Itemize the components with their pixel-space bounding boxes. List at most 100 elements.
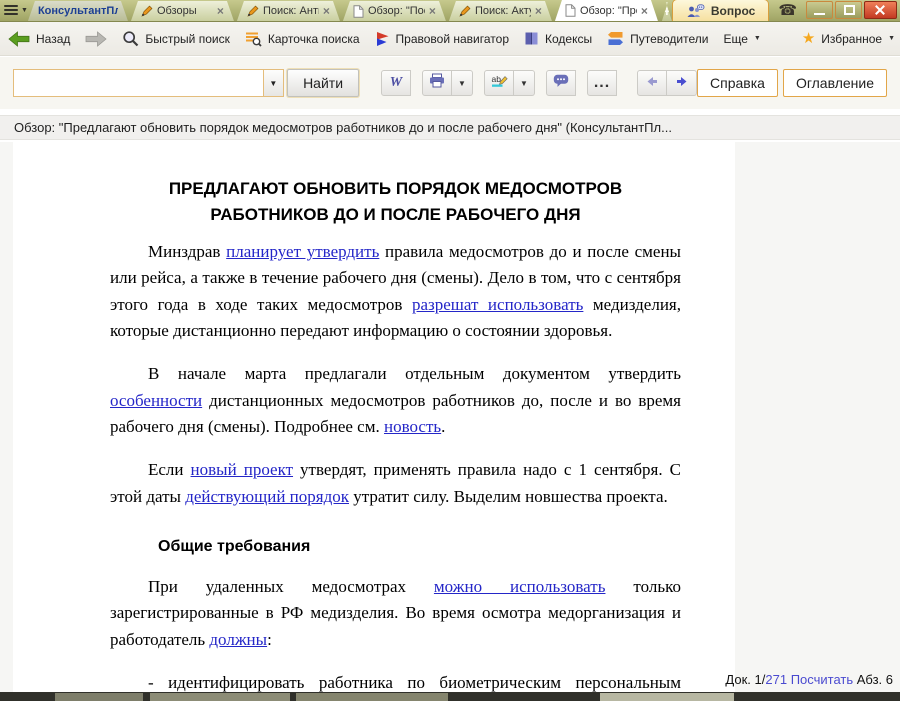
doc-link[interactable]: новый проект bbox=[191, 460, 293, 479]
tab-close-icon[interactable]: × bbox=[217, 5, 224, 17]
export-word-button[interactable]: W bbox=[381, 70, 411, 96]
printer-icon bbox=[429, 73, 445, 93]
arrow-right-icon bbox=[676, 74, 688, 92]
toc-button[interactable]: Оглавление bbox=[783, 69, 887, 97]
document-title-bar: Обзор: "Предлагают обновить порядок медо… bbox=[0, 115, 900, 140]
tab-close-icon[interactable]: × bbox=[323, 5, 330, 17]
tab-поиск-анти[interactable]: Поиск: Анти × bbox=[237, 1, 340, 21]
doc-link[interactable]: должны bbox=[209, 630, 267, 649]
toolbar-forward[interactable] bbox=[85, 31, 107, 47]
doc-link[interactable]: особенности bbox=[110, 391, 202, 410]
tab-обзор-пос[interactable]: Обзор: "Пос× bbox=[343, 1, 446, 21]
toolbar-legal-navigator[interactable]: Правовой навигатор bbox=[375, 31, 509, 47]
magnifier-icon bbox=[122, 30, 139, 47]
os-taskbar bbox=[0, 692, 900, 701]
main-menu-button[interactable]: ▼ bbox=[4, 0, 28, 21]
arrow-right-gray-icon bbox=[85, 31, 107, 47]
pen-icon bbox=[247, 5, 259, 17]
tab-label: Обзоры bbox=[157, 5, 213, 17]
status-link[interactable]: Посчитать bbox=[791, 672, 853, 687]
tab-label: Обзор: "Пре bbox=[580, 5, 637, 17]
toolbar-label: Путеводители bbox=[630, 32, 708, 46]
document-body: Минздрав планирует утвердить правила мед… bbox=[110, 239, 681, 692]
new-tab-button[interactable]: + bbox=[662, 2, 672, 21]
flag-icon bbox=[375, 31, 390, 47]
edit-button[interactable]: ab bbox=[484, 70, 514, 96]
tab-label: Поиск: Актуа bbox=[475, 5, 531, 17]
doc-link[interactable]: можно использовать bbox=[434, 577, 606, 596]
ellipsis-icon: ... bbox=[594, 74, 610, 92]
search-input[interactable] bbox=[13, 69, 263, 97]
close-button[interactable] bbox=[864, 1, 897, 19]
toolbar-codes[interactable]: Кодексы bbox=[524, 31, 592, 46]
chevron-down-icon: ▼ bbox=[21, 7, 28, 14]
tab-label: Поиск: Анти bbox=[263, 5, 319, 17]
person-question-icon bbox=[686, 4, 705, 18]
doc-link[interactable]: действующий порядок bbox=[185, 487, 349, 506]
toolbar-guides[interactable]: Путеводители bbox=[607, 31, 708, 46]
toolbar-quick-search[interactable]: Быстрый поиск bbox=[122, 30, 229, 47]
toolbar-label: Правовой навигатор bbox=[396, 32, 509, 46]
question-button-label: Вопрос bbox=[711, 4, 755, 18]
toolbar-search-card[interactable]: Карточка поиска bbox=[245, 31, 360, 47]
more-actions-button[interactable]: ... bbox=[587, 70, 617, 96]
print-button[interactable] bbox=[422, 70, 452, 96]
taskbar-button[interactable] bbox=[600, 693, 734, 701]
next-fragment-button[interactable] bbox=[667, 70, 697, 96]
document-heading: ПРЕДЛАГАЮТ ОБНОВИТЬ ПОРЯДОК МЕДОСМОТРОВ … bbox=[110, 176, 681, 227]
doc-icon bbox=[565, 4, 576, 17]
status-text: Док. 1/ bbox=[725, 672, 765, 687]
speech-bubble-icon bbox=[553, 74, 569, 93]
find-button[interactable]: Найти bbox=[287, 69, 359, 97]
tab-home[interactable]: КонсультантПлюс bbox=[28, 1, 128, 21]
tab-close-icon[interactable]: × bbox=[641, 5, 648, 17]
taskbar-button[interactable] bbox=[150, 693, 290, 701]
svg-text:ab: ab bbox=[491, 74, 501, 84]
print-dropdown[interactable]: ▼ bbox=[452, 70, 473, 96]
tab-close-icon[interactable]: × bbox=[535, 5, 542, 17]
toolbar-label: Еще bbox=[723, 32, 747, 46]
help-button[interactable]: Справка bbox=[697, 69, 778, 97]
paragraph: В начале марта предлагали отдельным доку… bbox=[110, 361, 681, 440]
tab-close-icon[interactable]: × bbox=[429, 5, 436, 17]
toolbar-label: Быстрый поиск bbox=[145, 32, 229, 46]
tab-label: КонсультантПлюс bbox=[38, 5, 118, 17]
edit-dropdown[interactable]: ▼ bbox=[514, 70, 535, 96]
tab-поиск-актуа[interactable]: Поиск: Актуа × bbox=[449, 1, 552, 21]
maximize-button[interactable] bbox=[835, 1, 862, 19]
tab-обзоры[interactable]: Обзоры × bbox=[131, 1, 234, 21]
tab-strip: КонсультантПлюсОбзоры×Поиск: Анти×Обзор:… bbox=[28, 0, 661, 21]
toolbar-back[interactable]: Назад bbox=[8, 31, 70, 47]
comment-button[interactable] bbox=[546, 70, 576, 96]
status-text: Абз. 6 bbox=[853, 672, 893, 687]
phone-icon[interactable]: ☎ bbox=[778, 1, 797, 19]
doc-icon bbox=[353, 5, 364, 18]
book-icon bbox=[524, 31, 539, 46]
taskbar-button[interactable] bbox=[55, 693, 143, 701]
window-controls bbox=[806, 0, 900, 19]
status-link[interactable]: 271 bbox=[765, 672, 787, 687]
question-button[interactable]: Вопрос bbox=[672, 0, 769, 21]
tab-обзор-пре[interactable]: Обзор: "Пре × bbox=[555, 0, 658, 21]
star-icon: ★ bbox=[802, 31, 815, 46]
doc-link[interactable]: новость bbox=[384, 417, 441, 436]
doc-link[interactable]: планирует утвердить bbox=[226, 242, 379, 261]
toolbar-more[interactable]: Еще ▼ bbox=[723, 32, 760, 46]
document-page[interactable]: ПРЕДЛАГАЮТ ОБНОВИТЬ ПОРЯДОК МЕДОСМОТРОВ … bbox=[13, 142, 735, 692]
prev-fragment-button[interactable] bbox=[637, 70, 667, 96]
toolbar-label: Кодексы bbox=[545, 32, 592, 46]
toolbar-favorites[interactable]: ★Избранное▼ bbox=[802, 31, 895, 46]
taskbar-button[interactable] bbox=[296, 693, 448, 701]
minimize-button[interactable] bbox=[806, 1, 833, 19]
toolbar-label: Карточка поиска bbox=[268, 32, 360, 46]
paragraph: Если новый проект утвердят, применять пр… bbox=[110, 457, 681, 510]
search-history-dropdown[interactable]: ▼ bbox=[263, 69, 285, 97]
edit-pencil-icon: ab bbox=[491, 73, 508, 93]
tab-bar: ▼ КонсультантПлюсОбзоры×Поиск: Анти×Обзо… bbox=[0, 0, 900, 22]
word-icon: W bbox=[390, 75, 402, 91]
search-row: ▼ Найти W ▼ ab ▼ ... Справка Оглавление bbox=[0, 57, 900, 109]
doc-link[interactable]: разрешат использовать bbox=[412, 295, 583, 314]
toolbar-label: Избранное bbox=[821, 32, 882, 46]
pen-icon bbox=[141, 5, 153, 17]
chevron-down-icon: ▼ bbox=[754, 35, 761, 42]
